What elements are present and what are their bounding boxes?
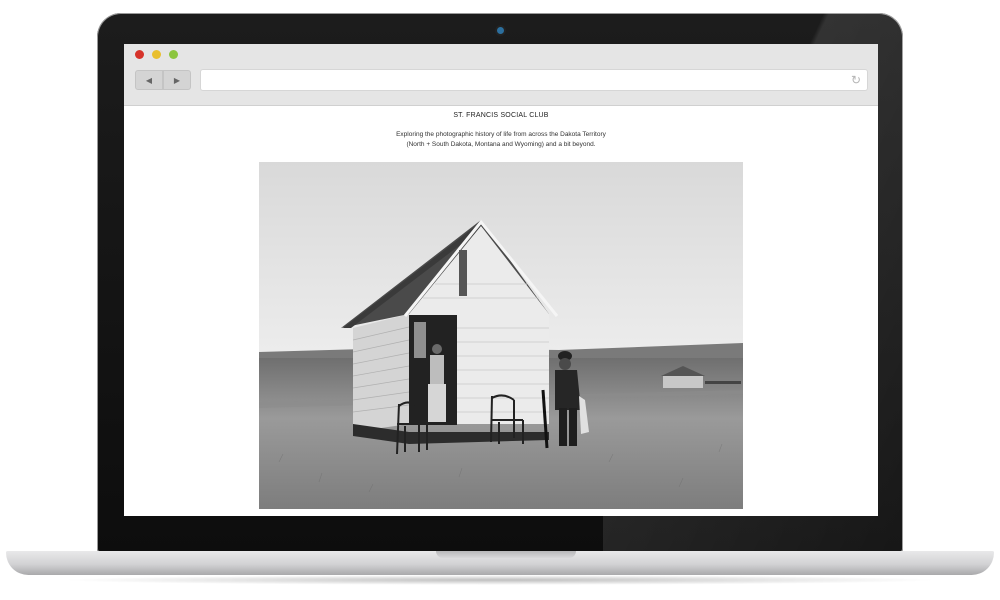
- browser-toolbar: ◀ ▶ ↻: [124, 44, 878, 106]
- back-button[interactable]: ◀: [135, 70, 163, 90]
- tagline-line-2: (North + South Dakota, Montana and Wyomi…: [406, 141, 596, 148]
- forward-button[interactable]: ▶: [163, 70, 191, 90]
- forward-arrow-icon: ▶: [173, 75, 181, 85]
- page-title: ST. FRANCIS SOCIAL CLUB: [453, 112, 549, 119]
- reload-icon[interactable]: ↻: [851, 73, 861, 87]
- featured-photo[interactable]: [259, 162, 743, 509]
- page-tagline: Exploring the photographic history of li…: [124, 130, 878, 150]
- laptop-notch: [436, 551, 576, 558]
- homestead-photo-illustration: [259, 162, 743, 509]
- minimize-window-button[interactable]: [152, 50, 161, 59]
- close-window-button[interactable]: [135, 50, 144, 59]
- maximize-window-button[interactable]: [169, 50, 178, 59]
- tagline-line-1: Exploring the photographic history of li…: [396, 131, 606, 138]
- woman-figure: [428, 344, 446, 422]
- camera-icon: [497, 27, 504, 34]
- address-bar[interactable]: ↻: [200, 69, 868, 91]
- laptop-base: [6, 551, 994, 575]
- browser-window: ◀ ▶ ↻ ST. FRANCIS SOCIAL CLUB Exploring …: [124, 44, 878, 516]
- laptop-shadow: [60, 575, 940, 585]
- back-arrow-icon: ◀: [145, 75, 153, 85]
